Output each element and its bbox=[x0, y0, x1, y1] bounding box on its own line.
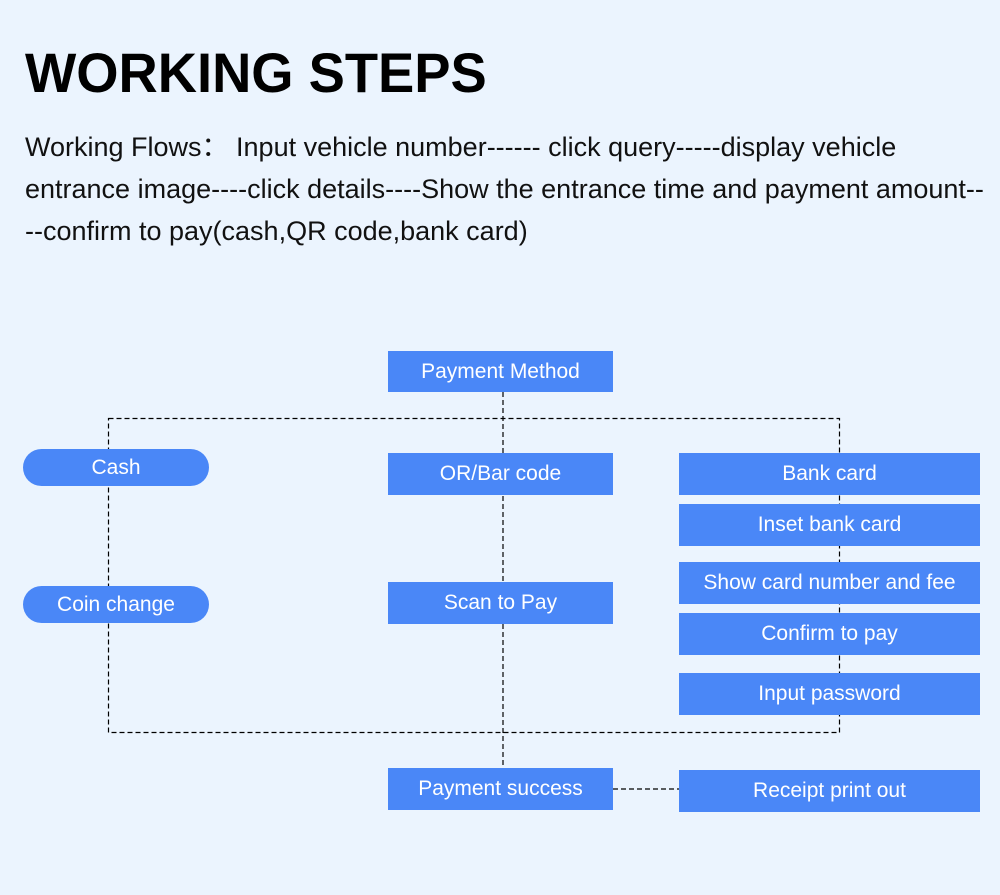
input-password-box: Input password bbox=[679, 673, 980, 715]
bank-card-box: Bank card bbox=[679, 453, 980, 495]
inset-bank-card-box: Inset bank card bbox=[679, 504, 980, 546]
payment-success-box: Payment success bbox=[388, 768, 613, 810]
confirm-to-pay-box: Confirm to pay bbox=[679, 613, 980, 655]
receipt-print-out-box: Receipt print out bbox=[679, 770, 980, 812]
connector-lines bbox=[107, 392, 841, 790]
payment-method-box: Payment Method bbox=[388, 351, 613, 392]
coin-change-box: Coin change bbox=[23, 586, 209, 623]
show-card-number-box: Show card number and fee bbox=[679, 562, 980, 604]
cash-box: Cash bbox=[23, 449, 209, 486]
scan-to-pay-box: Scan to Pay bbox=[388, 582, 613, 624]
qr-bar-code-box: OR/Bar code bbox=[388, 453, 613, 495]
